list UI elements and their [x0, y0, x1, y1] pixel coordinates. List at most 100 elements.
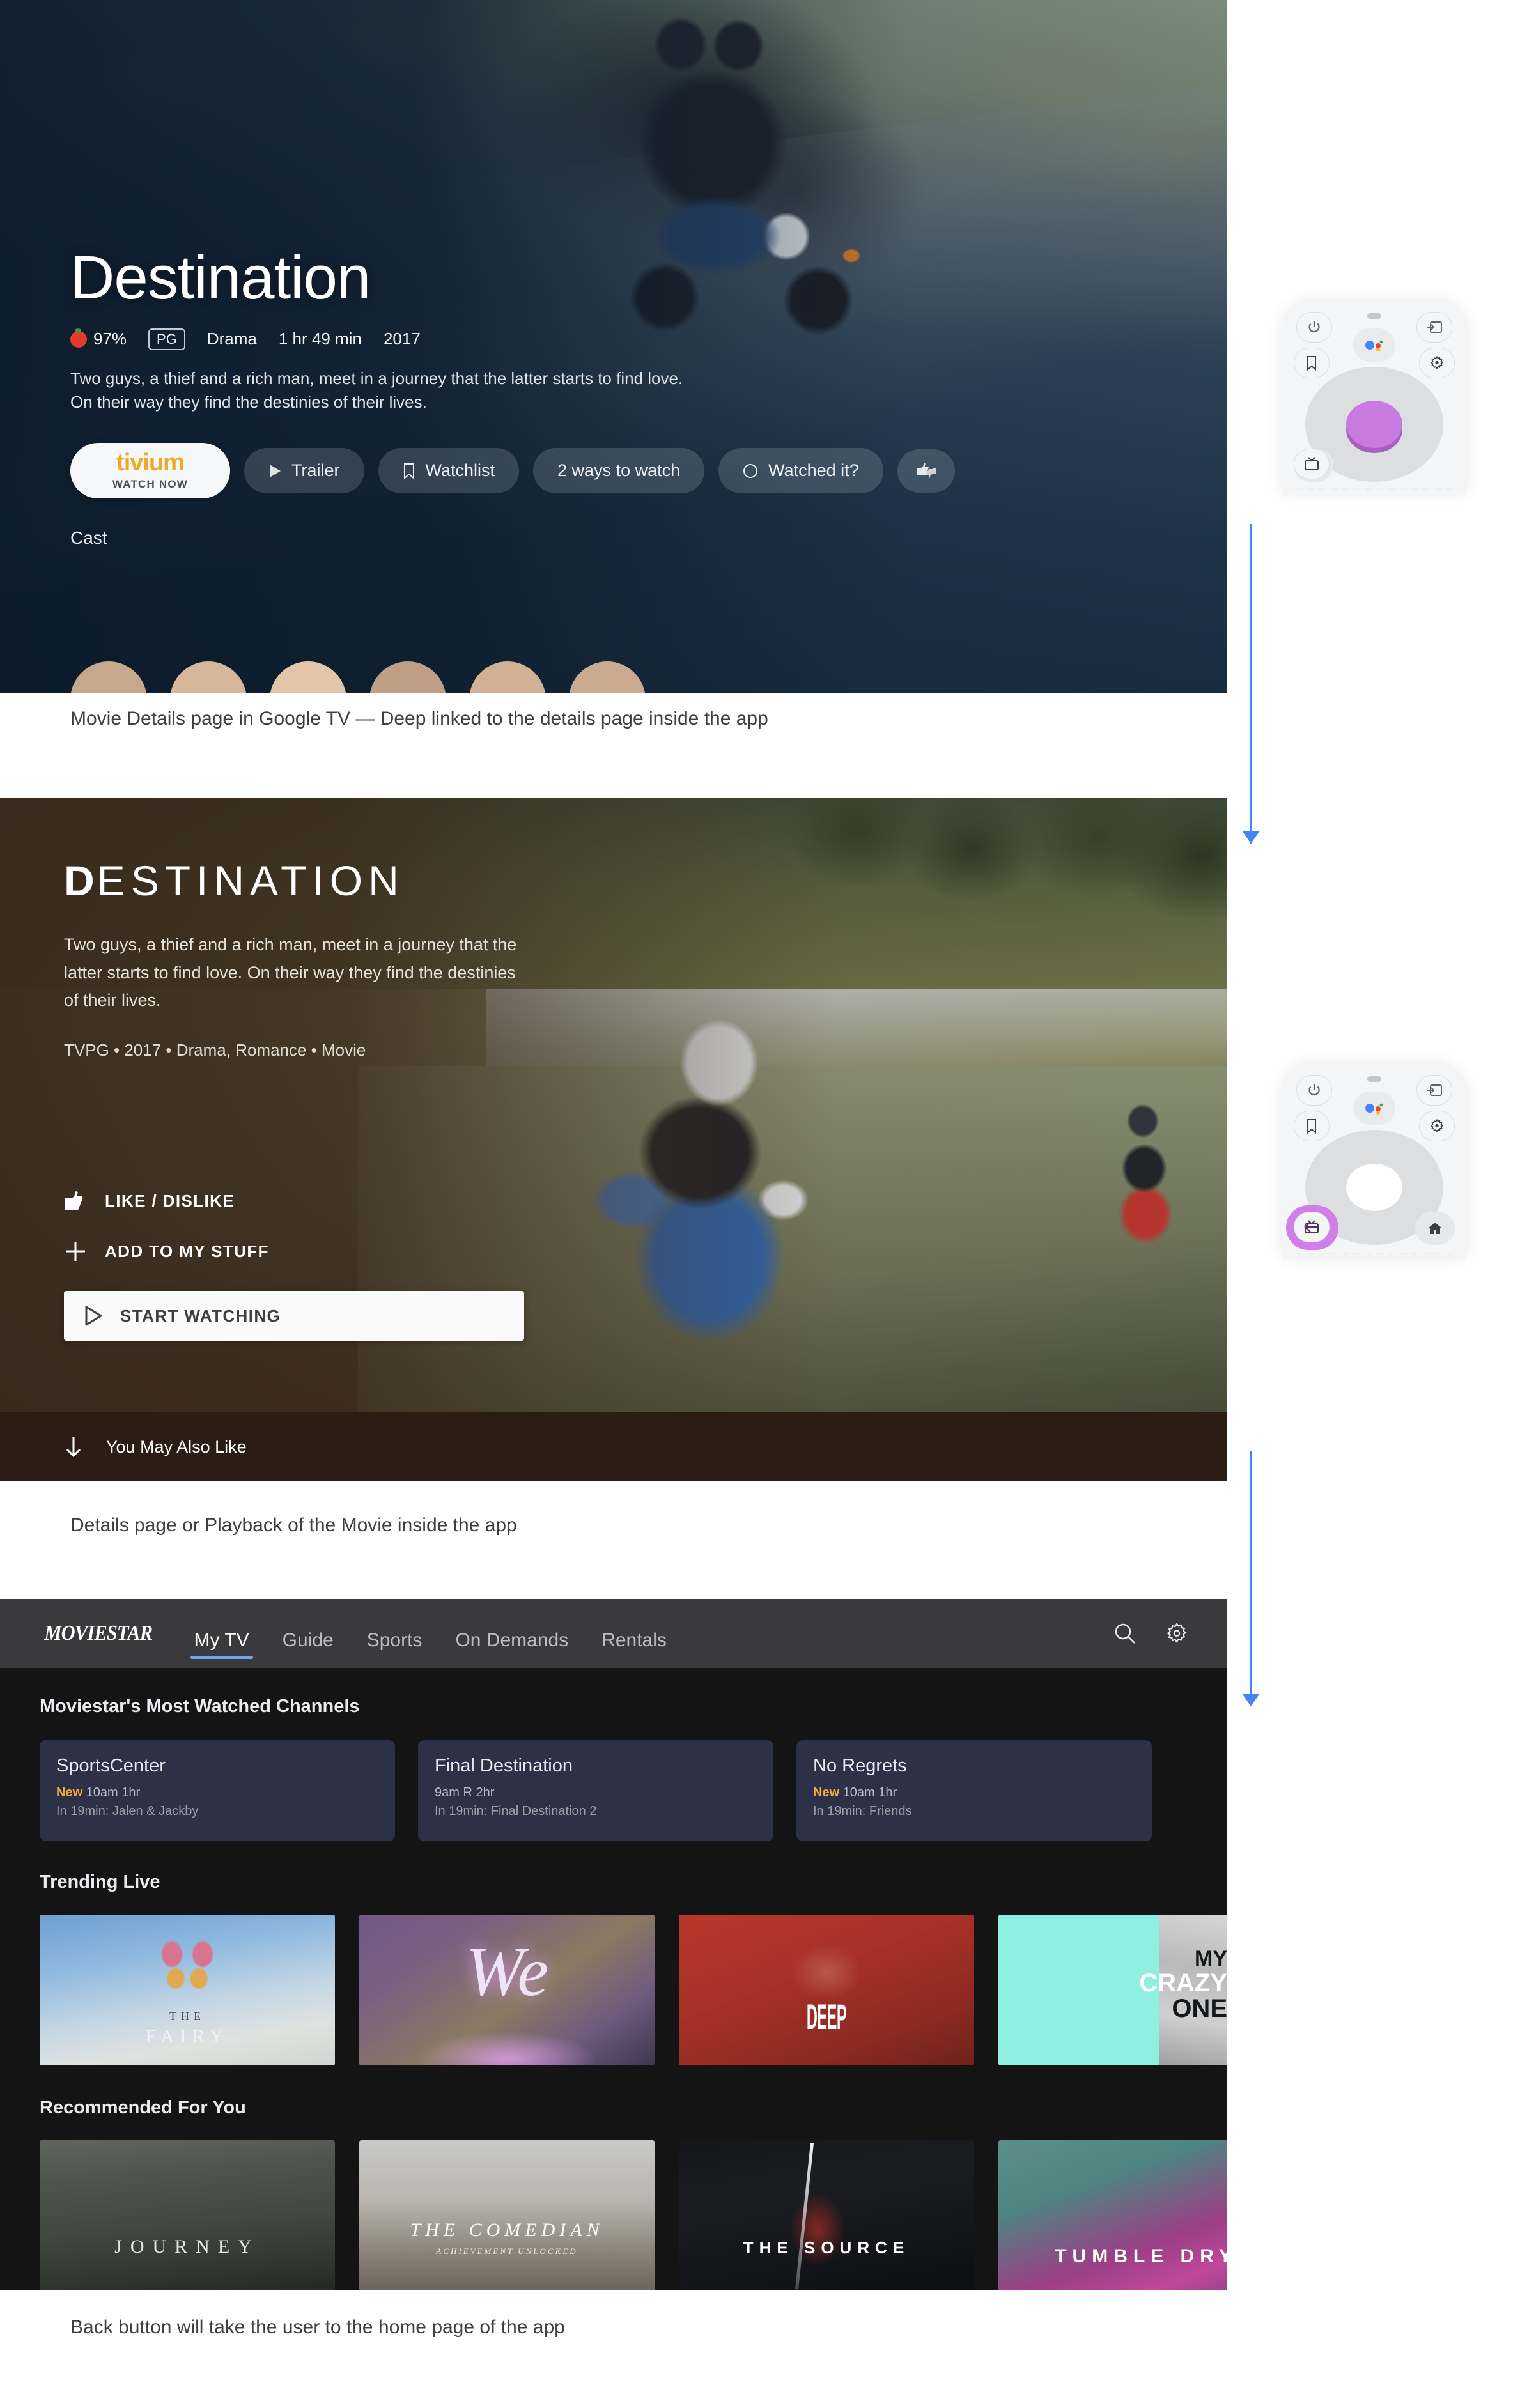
ways-to-watch-label: 2 ways to watch [557, 461, 681, 481]
channel-name: Final Destination [435, 1756, 573, 1776]
thumbnail-title-text: THE COMEDIAN [410, 2219, 604, 2241]
watched-it-label: Watched it? [768, 461, 859, 481]
gear-icon[interactable] [1165, 1621, 1189, 1646]
thumbnail-card[interactable]: DEEP [679, 1915, 974, 2065]
power-button[interactable] [1296, 1075, 1332, 1106]
settings-button[interactable] [1419, 348, 1455, 378]
ways-to-watch-button[interactable]: 2 ways to watch [533, 448, 705, 494]
avatar[interactable] [270, 661, 346, 693]
thumbs-up-icon [64, 1190, 87, 1212]
tab-sports[interactable]: Sports [367, 1608, 423, 1668]
thumbnail-card[interactable]: THE SOURCE [679, 2140, 974, 2290]
bookmark-button[interactable] [1294, 348, 1330, 378]
input-source-button[interactable] [1416, 1075, 1452, 1106]
avatar[interactable] [369, 661, 446, 693]
remote-cut-edge [1282, 486, 1466, 496]
thumbs-up-down-icon [915, 462, 937, 480]
watch-now-provider-button[interactable]: tivium WATCH NOW [70, 443, 230, 499]
power-button[interactable] [1296, 312, 1332, 343]
channel-time: 10am 1hr [86, 1786, 141, 1800]
channel-time: 9am R 2hr [435, 1786, 495, 1800]
tab-rentals[interactable]: Rentals [601, 1608, 667, 1668]
start-watching-label: START WATCHING [120, 1306, 281, 1325]
channel-card[interactable]: SportsCenter New 10am 1hr In 19min: Jale… [40, 1740, 395, 1841]
tomato-rating-icon [70, 328, 87, 348]
thumbnail-subtitle: ACHIEVEMENT UNLOCKED [436, 2246, 578, 2256]
channel-name: No Regrets [813, 1756, 907, 1776]
channel-card[interactable]: Final Destination 9am R 2hr In 19min: Fi… [418, 1740, 773, 1841]
live-tv-button[interactable] [1294, 449, 1330, 479]
recommended-thumbnail-row: JOURNEY THE COMEDIAN ACHIEVEMENT UNLOCKE… [40, 2140, 1227, 2290]
like-dislike-button[interactable]: LIKE / DISLIKE [64, 1190, 524, 1212]
thumbnail-title: MY CRAZY ONE [1139, 1948, 1227, 2022]
recommended-section: Recommended For You JOURNEY THE COMEDIAN… [40, 2097, 1227, 2290]
section-title-trending: Trending Live [40, 1872, 160, 1892]
year-label: 2017 [383, 329, 421, 349]
you-may-also-like-label: You May Also Like [106, 1437, 247, 1456]
trailer-button[interactable]: Trailer [244, 448, 364, 494]
home-button[interactable] [1415, 1212, 1455, 1245]
google-tv-details-panel: Destination 97% PG Drama 1 hr 49 min 201… [0, 0, 1227, 693]
app-movie-title: DESTINATION [64, 860, 767, 902]
hero-content: Destination 97% PG Drama 1 hr 49 min 201… [70, 243, 955, 548]
bookmark-icon [403, 463, 415, 479]
tab-on-demands[interactable]: On Demands [455, 1608, 568, 1668]
thumbnail-card[interactable]: JOURNEY [40, 2140, 335, 2290]
channel-card-row: SportsCenter New 10am 1hr In 19min: Jale… [40, 1740, 1188, 1841]
thumbnail-title: TUMBLE DRY [1055, 2245, 1227, 2267]
input-source-button[interactable] [1416, 312, 1452, 343]
arrow-down-icon [64, 1436, 83, 1458]
rating-percent: 97% [93, 329, 127, 349]
watched-it-button[interactable]: Watched it? [718, 448, 883, 494]
search-icon[interactable] [1113, 1622, 1136, 1645]
thumbnail-card[interactable]: MY CRAZY ONE [998, 1915, 1227, 2065]
rate-thumbs-button[interactable] [897, 449, 955, 493]
movie-title: Destination [70, 243, 371, 312]
thumbnail-title-line2: FAIRY [145, 2026, 229, 2047]
avatar[interactable] [469, 661, 546, 693]
cast-section-label: Cast [70, 528, 107, 548]
app-home-panel: MOVIESTAR My TV Guide Sports On Demands … [0, 1599, 1227, 2290]
runtime-label: 1 hr 49 min [278, 329, 362, 349]
app-movie-description: Two guys, a thief and a rich man, meet i… [64, 935, 517, 1010]
channel-next-up: In 19min: Jalen & Jackby [56, 1804, 199, 1818]
app-top-navbar: MOVIESTAR My TV Guide Sports On Demands … [0, 1599, 1227, 1668]
thumbnail-card[interactable]: THE COMEDIAN ACHIEVEMENT UNLOCKED [359, 2140, 655, 2290]
play-icon [84, 1306, 102, 1326]
tab-my-tv[interactable]: My TV [190, 1608, 253, 1668]
movie-meta-row: 97% PG Drama 1 hr 49 min 2017 [70, 328, 901, 350]
channel-card[interactable]: No Regrets New 10am 1hr In 19min: Friend… [796, 1740, 1152, 1841]
dpad-select-button[interactable] [1346, 1164, 1402, 1211]
app-brand-logo[interactable]: MOVIESTAR [44, 1621, 153, 1646]
thumbnail-card[interactable]: We [359, 1915, 655, 2065]
thumbnail-title: THE SOURCE [743, 2238, 910, 2257]
flow-arrow-2-head [1242, 1694, 1260, 1706]
watchlist-button[interactable]: Watchlist [378, 448, 520, 494]
new-badge: New [813, 1786, 840, 1800]
bookmark-button[interactable] [1294, 1111, 1330, 1141]
avatar[interactable] [170, 661, 247, 693]
nav-tabs: My TV Guide Sports On Demands Rentals [190, 1599, 667, 1668]
google-tv-remote-1 [1282, 298, 1466, 496]
avatar[interactable] [569, 661, 646, 693]
channel-time: 10am 1hr [842, 1786, 897, 1800]
dpad-select-button[interactable] [1346, 401, 1402, 448]
app-action-list: LIKE / DISLIKE ADD TO MY STUFF START WAT… [64, 1190, 524, 1341]
section-title-channels: Moviestar's Most Watched Channels [40, 1696, 360, 1717]
avatar[interactable] [70, 661, 147, 693]
you-may-also-like-bar[interactable]: You May Also Like [0, 1412, 1227, 1481]
thumbnail-title: THE COMEDIAN ACHIEVEMENT UNLOCKED [359, 2219, 655, 2257]
thumbnail-card[interactable]: TUMBLE DRY [998, 2140, 1227, 2290]
provider-subtitle: WATCH NOW [112, 478, 189, 491]
add-to-my-stuff-button[interactable]: ADD TO MY STUFF [64, 1240, 524, 1263]
tab-guide[interactable]: Guide [283, 1608, 334, 1668]
settings-button[interactable] [1419, 1111, 1455, 1141]
google-assistant-button[interactable] [1353, 328, 1395, 362]
ir-blaster-indicator [1367, 313, 1381, 319]
google-assistant-button[interactable] [1353, 1092, 1395, 1125]
app-home-body: Moviestar's Most Watched Channels Sports… [0, 1668, 1227, 2290]
thumbnail-card[interactable]: THE FAIRY [40, 1915, 335, 2065]
start-watching-button[interactable]: START WATCHING [64, 1291, 524, 1341]
thumbnail-title: THE FAIRY [40, 2010, 335, 2048]
butterfly-icon [158, 1938, 217, 1993]
